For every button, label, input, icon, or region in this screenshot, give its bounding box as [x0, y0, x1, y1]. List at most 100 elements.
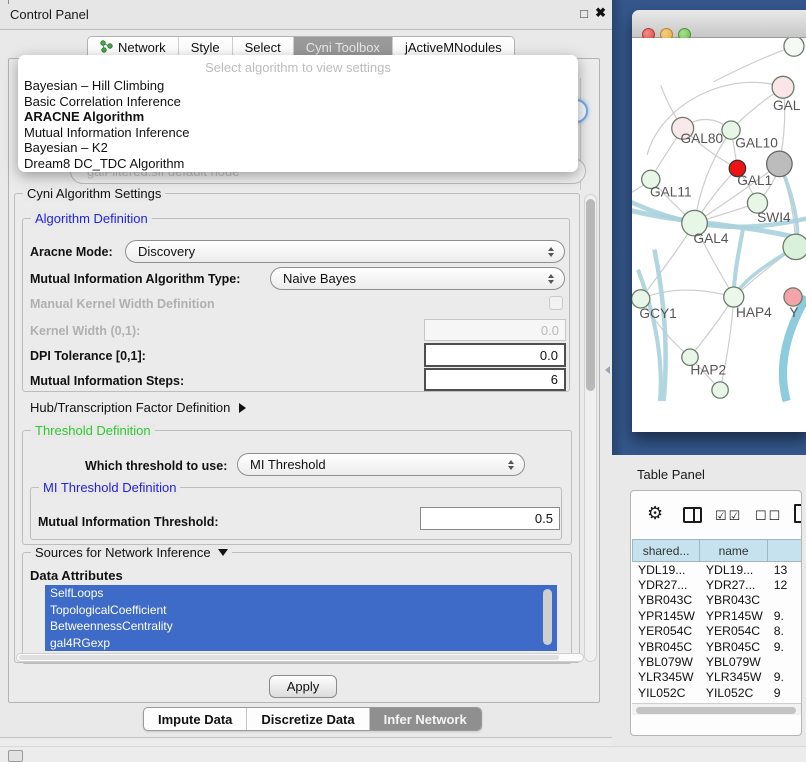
algorithm-option[interactable]: Bayesian – Hill Climbing	[18, 78, 578, 94]
table-column-header[interactable]	[768, 539, 802, 562]
table-cell: YDR27...	[632, 577, 700, 592]
algorithm-option[interactable]: Bayesian – K2	[18, 140, 578, 156]
table-cell: YIL052C	[632, 685, 700, 700]
table-row[interactable]: YER054CYER054C8.	[632, 624, 802, 639]
tab-infer-network-label: Infer Network	[384, 712, 467, 727]
tab-select-label: Select	[245, 40, 281, 55]
table-row[interactable]: YLR345WYLR345W9.	[632, 670, 802, 685]
which-threshold-combobox[interactable]: MI Threshold	[237, 453, 525, 476]
splitter-collapse-icon[interactable]	[605, 366, 610, 374]
minimized-panel-tab[interactable]	[8, 750, 23, 762]
combo-arrows-icon	[548, 274, 554, 284]
algorithm-option[interactable]: Dream8 DC_TDC Algorithm	[18, 156, 578, 172]
table-cell: YDL19...	[632, 562, 700, 577]
apply-button[interactable]: Apply	[269, 675, 337, 698]
data-attributes-list[interactable]: SelfLoopsTopologicalCoefficientBetweenne…	[45, 585, 557, 651]
table-cell: YER054C	[700, 624, 768, 639]
settings-vertical-scrollbar[interactable]	[584, 194, 597, 662]
select-all-columns-icon[interactable]: ☑☑	[715, 508, 742, 524]
apply-button-label: Apply	[287, 679, 320, 694]
tab-impute-data[interactable]: Impute Data	[144, 708, 247, 730]
status-strip	[0, 746, 806, 762]
float-window-icon[interactable]: □	[580, 6, 588, 21]
dpi-tolerance-field[interactable]: 0.0	[424, 343, 566, 367]
algorithm-dropdown-list: Bayesian – Hill ClimbingBasic Correlatio…	[18, 78, 578, 171]
sources-title[interactable]: Sources for Network Inference	[31, 545, 232, 560]
network-node-label: GAL4	[693, 231, 728, 246]
table-cell: YDR27...	[700, 577, 768, 592]
table-row[interactable]: YPR145WYPR145W9.	[632, 608, 802, 623]
table-cell: YLR345W	[632, 670, 700, 685]
cyni-algorithm-settings-title: Cyni Algorithm Settings	[23, 186, 165, 201]
combo-arrows-icon	[548, 247, 554, 257]
table-row[interactable]: YDR27...YDR27...12	[632, 577, 802, 592]
table-cell: YBR045C	[700, 639, 768, 654]
manual-kernel-width-label: Manual Kernel Width Definition	[30, 297, 215, 311]
gear-icon[interactable]: ⚙	[647, 503, 663, 524]
attribute-item[interactable]: gal4RGexp	[45, 635, 557, 652]
mi-steps-field[interactable]: 6	[424, 368, 566, 391]
settings-horizontal-scrollbar[interactable]	[16, 653, 584, 662]
mi-algorithm-type-label: Mutual Information Algorithm Type:	[30, 272, 240, 286]
network-canvas[interactable]: GALGAL80GAL10GAL11GAL1SWI4GAL4GCY1HAP4YH…	[632, 38, 806, 432]
algorithm-option[interactable]: Mutual Information Inference	[18, 125, 578, 141]
algorithm-option[interactable]: Basic Correlation Inference	[18, 94, 578, 110]
node-table: shared...name YDL19...YDL19...13YDR27...…	[632, 539, 802, 701]
table-panel-title: Table Panel	[637, 467, 705, 482]
table-cell: YDL19...	[700, 562, 768, 577]
scrollbar-thumb[interactable]	[19, 655, 559, 660]
network-node-y[interactable]	[784, 288, 802, 306]
network-window-titlebar	[632, 10, 806, 38]
network-node-label: HAP2	[690, 363, 726, 378]
table-row[interactable]: YIL052CYIL052C9	[632, 685, 802, 700]
table-horizontal-scrollbar[interactable]	[632, 703, 802, 715]
hub-definition-expander[interactable]: Hub/Transcription Factor Definition	[30, 400, 246, 415]
bottom-tabbar: Impute Data Discretize Data Infer Networ…	[143, 707, 482, 731]
aracne-mode-combobox[interactable]: Discovery	[125, 240, 565, 263]
table-row[interactable]: YDL19...YDL19...13	[632, 562, 802, 577]
table-row[interactable]: YBL079WYBL079W	[632, 654, 802, 669]
network-node[interactable]	[712, 382, 728, 398]
attribute-item[interactable]: SelfLoops	[45, 585, 557, 602]
export-table-icon[interactable]	[794, 504, 802, 523]
attribute-item[interactable]: BetweennessCentrality	[45, 618, 557, 635]
network-node-label: Y	[789, 305, 798, 320]
dpi-tolerance-label: DPI Tolerance [0,1]:	[30, 349, 146, 363]
network-node-hap4[interactable]	[724, 287, 744, 307]
close-icon[interactable]: ✖	[595, 5, 606, 21]
table-column-header[interactable]: name	[700, 539, 768, 562]
tab-infer-network[interactable]: Infer Network	[370, 708, 481, 730]
table-cell: YBR043C	[632, 593, 700, 608]
table-cell: 13	[768, 562, 802, 577]
mi-algorithm-type-combobox[interactable]: Naive Bayes	[270, 267, 565, 290]
table-panel: Table Panel ⚙ ☑☑ ☐☐ shared...name YDL19.…	[612, 455, 806, 746]
mi-threshold-label: Mutual Information Threshold:	[38, 515, 219, 529]
sources-title-label: Sources for Network Inference	[35, 545, 211, 560]
manual-kernel-width-checkbox[interactable]	[549, 296, 563, 310]
mi-threshold-field[interactable]: 0.5	[420, 507, 560, 530]
deselect-all-columns-icon[interactable]: ☐☐	[755, 508, 782, 524]
attribute-item[interactable]: TopologicalCoefficient	[45, 602, 557, 619]
table-row[interactable]: YBR045CYBR045C9.	[632, 639, 802, 654]
table-cell: 9	[768, 685, 802, 700]
algorithm-option[interactable]: ARACNE Algorithm	[18, 109, 578, 125]
network-node[interactable]	[784, 38, 804, 56]
attributes-list-scrollbar[interactable]	[543, 589, 552, 645]
network-node-label: GAL1	[737, 173, 772, 188]
mi-threshold-definition-title: MI Threshold Definition	[39, 480, 180, 495]
table-column-header[interactable]: shared...	[632, 539, 700, 562]
columns-icon[interactable]	[683, 507, 702, 523]
tab-discretize-data[interactable]: Discretize Data	[247, 708, 369, 730]
scrollbar-thumb[interactable]	[586, 199, 595, 391]
network-node-gal[interactable]	[772, 76, 794, 98]
kernel-width-field[interactable]: 0.0	[424, 319, 566, 341]
table-row[interactable]: YBR043CYBR043C	[632, 593, 802, 608]
mi-algorithm-type-value: Naive Bayes	[283, 271, 356, 286]
tab-jactivemnodules-label: jActiveMNodules	[405, 40, 502, 55]
network-node-swi4[interactable]	[783, 234, 806, 260]
network-tab-icon	[100, 40, 113, 56]
table-cell: 9.	[768, 670, 802, 685]
scrollbar-thumb[interactable]	[636, 707, 796, 714]
table-cell: 9.	[768, 639, 802, 654]
table-cell: 8.	[768, 624, 802, 639]
